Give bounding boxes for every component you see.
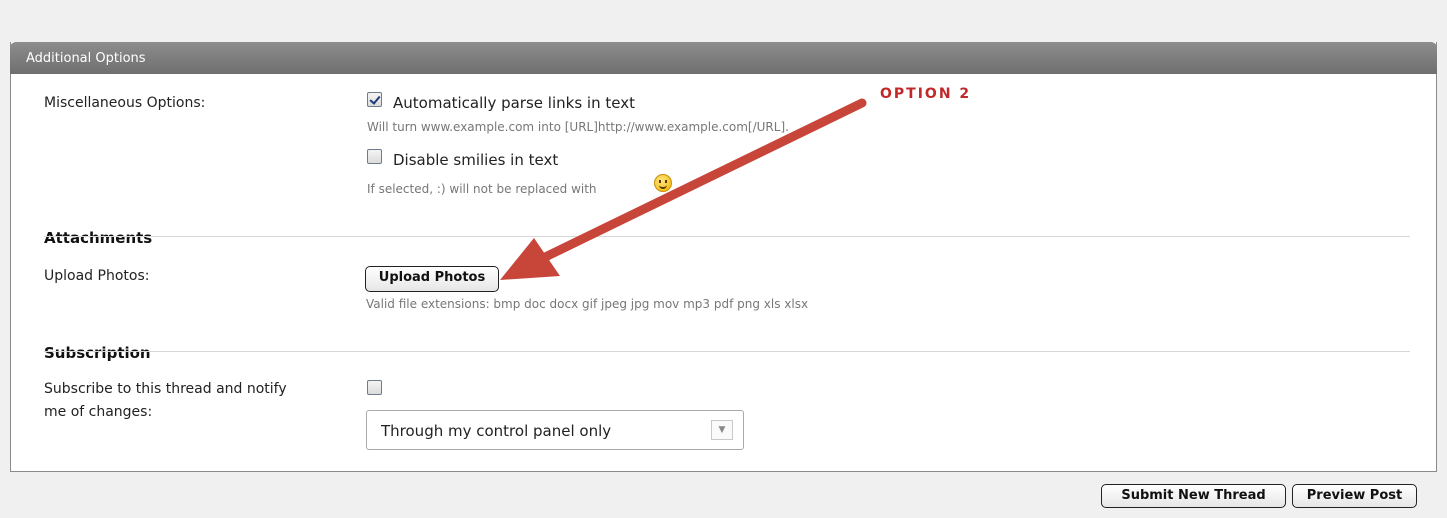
annotation-arrow-icon (500, 98, 867, 280)
